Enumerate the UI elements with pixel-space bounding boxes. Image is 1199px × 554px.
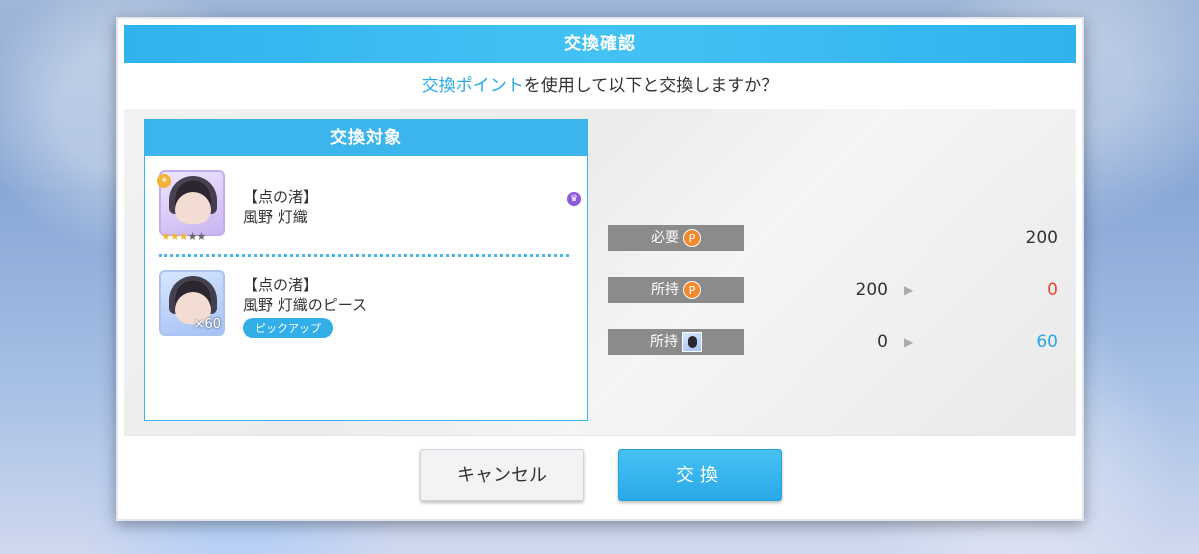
point-icon: P: [683, 229, 701, 247]
point-icon: P: [683, 281, 701, 299]
required-label: 必要: [651, 230, 679, 246]
item-divider: [159, 254, 569, 257]
owned-label-box: 所持 P: [608, 277, 744, 303]
confirm-question: 交換ポイントを使用して以下と交換しますか？: [124, 63, 1076, 110]
piece-title: 【点の渚】: [243, 276, 319, 294]
target-header: 交換対象: [145, 120, 587, 156]
arrow-right-icon: ▶: [904, 283, 914, 297]
target-item-card: ☀ ♛ ★★★★★ 【点の渚】 風野 灯織: [157, 170, 581, 244]
shell-badge-icon: ♛: [567, 192, 581, 206]
piece-mini-icon: [682, 332, 702, 352]
piece-thumbnail: ×60: [159, 270, 225, 336]
target-panel: 交換対象 ☀ ♛ ★★★★★ 【点の渚】 風野 灯織 ×60 【点の渚】 風野 …: [144, 119, 588, 421]
card-character-name: 風野 灯織: [243, 208, 308, 226]
star-empty-icon: ★★: [187, 230, 207, 243]
pickup-badge: ピックアップ: [243, 318, 333, 338]
owned-label: 所持: [651, 282, 679, 298]
owned-pieces-label-box: 所持: [608, 329, 744, 355]
target-item-piece: ×60 【点の渚】 風野 灯織のピース ピックアップ: [159, 270, 579, 344]
owned-points-after: 0: [1047, 280, 1058, 300]
owned-points-row: 所持 P 200 ▶ 0: [608, 277, 1058, 303]
question-text: を使用して以下と交換しますか？: [523, 76, 779, 96]
exchange-button[interactable]: 交換: [618, 449, 782, 501]
star-icon: ★★★: [161, 230, 189, 243]
rarity-stars: ★★★★★: [161, 230, 207, 243]
piece-count: ×60: [193, 317, 221, 332]
dialog-title: 交換確認: [124, 25, 1076, 63]
owned-pieces-label: 所持: [650, 334, 678, 350]
arrow-right-icon: ▶: [904, 335, 914, 349]
exchange-confirm-dialog: 交換確認 交換ポイントを使用して以下と交換しますか？ 交換対象 ☀ ♛ ★★★★…: [116, 17, 1084, 521]
type-badge-icon: ☀: [157, 174, 171, 188]
owned-pieces-after: 60: [1036, 332, 1058, 352]
owned-points-before: 200: [855, 280, 888, 300]
owned-pieces-before: 0: [877, 332, 888, 352]
card-title: 【点の渚】: [243, 188, 319, 206]
question-highlight: 交換ポイント: [421, 76, 524, 96]
required-points-row: 必要 P 200: [608, 225, 1058, 251]
owned-pieces-row: 所持 0 ▶ 60: [608, 329, 1058, 355]
required-label-box: 必要 P: [608, 225, 744, 251]
cancel-button[interactable]: キャンセル: [420, 449, 584, 501]
character-face: [175, 180, 211, 224]
footer-divider: [124, 435, 1076, 436]
dialog-body: 交換対象 ☀ ♛ ★★★★★ 【点の渚】 風野 灯織 ×60 【点の渚】 風野 …: [124, 109, 1076, 435]
piece-name: 風野 灯織のピース: [243, 296, 368, 314]
required-value: 200: [1025, 228, 1058, 248]
